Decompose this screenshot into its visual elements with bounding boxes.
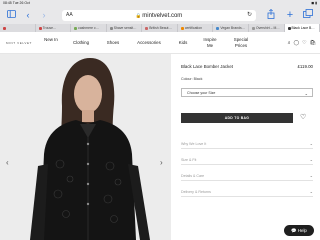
url-text: mintvelvet.com [142, 13, 183, 19]
address-bar[interactable]: AA 🔒mintvelvet.com ↻ [62, 10, 256, 21]
account-icon[interactable]: ◯ [294, 40, 300, 46]
accordion-size-fit[interactable]: Size & Fit ⌄ [181, 155, 313, 165]
browser-tab[interactable]: Trouse… [36, 24, 72, 32]
chevron-down-icon: ⌄ [309, 189, 313, 194]
accordion-why-we-love-it[interactable]: Why We Love It ⌄ [181, 139, 313, 149]
browser-tab[interactable]: Shave sensit… [107, 24, 143, 32]
browser-tab[interactable]: certification [178, 24, 214, 32]
chat-icon: 💬 [291, 228, 297, 233]
browser-toolbar: ‹ › AA 🔒mintvelvet.com ↻ + [0, 6, 320, 24]
nav-shoes[interactable]: Shoes [104, 40, 122, 46]
accordion-delivery-returns[interactable]: Delivery & Returns ⌄ [181, 187, 313, 197]
size-select-label: Choose your Size [187, 91, 216, 95]
product-price: £119.00 [297, 64, 313, 69]
reload-icon[interactable]: ↻ [247, 10, 252, 21]
site-logo[interactable]: MINT VELVET [6, 41, 32, 45]
lock-icon: 🔒 [135, 13, 142, 18]
favicon-icon [3, 26, 6, 30]
product-title: Black Lace Bomber Jacket [181, 64, 233, 69]
favicon-icon [38, 26, 42, 30]
size-select[interactable]: Choose your Size ⌄ [181, 88, 313, 97]
site-nav: MINT VELVET New In Clothing Shoes Access… [0, 32, 320, 54]
back-icon[interactable]: ‹ [24, 9, 32, 21]
chevron-down-icon: ⌄ [309, 173, 313, 178]
nav-kids[interactable]: Kids [176, 40, 190, 46]
browser-tabs: Trouse… cashmere c… Shave sensit… Britis… [0, 24, 320, 32]
forward-icon[interactable]: › [40, 9, 48, 21]
tab-overview-icon[interactable] [302, 9, 314, 21]
reader-options-button[interactable]: AA [66, 10, 73, 21]
browser-tab[interactable]: British Beaut… [142, 24, 178, 32]
favicon-icon [145, 26, 149, 30]
chevron-down-icon: ⌄ [309, 141, 313, 146]
product-image[interactable]: ‹ › [0, 54, 171, 240]
share-icon[interactable] [266, 8, 276, 21]
favicon-icon [216, 26, 220, 30]
accordion-details-care[interactable]: Details & Care ⌄ [181, 171, 313, 181]
browser-tab[interactable] [0, 24, 36, 32]
nav-inspire-me[interactable]: Inspire Me [202, 37, 218, 48]
nav-new-in[interactable]: New In [44, 37, 58, 43]
nav-accessories[interactable]: Accessories [134, 40, 164, 46]
wishlist-icon[interactable]: ♡ [302, 40, 306, 46]
chevron-down-icon: ⌄ [304, 91, 308, 96]
sidebar-icon[interactable] [6, 9, 16, 21]
favicon-icon [74, 26, 78, 30]
favicon-icon [180, 26, 184, 30]
search-icon[interactable]: ⌕ [288, 40, 291, 46]
nav-clothing[interactable]: Clothing [70, 40, 92, 46]
favicon-icon [287, 26, 291, 30]
wishlist-heart-icon[interactable]: ♡ [300, 113, 306, 123]
browser-tab[interactable]: Overshirt – M… [249, 24, 285, 32]
browser-tab-active[interactable]: Black Lace B… [284, 24, 320, 32]
chevron-down-icon: ⌄ [309, 157, 313, 162]
new-tab-icon[interactable]: + [285, 9, 295, 21]
browser-tab[interactable]: Vegan Brands… [213, 24, 249, 32]
bag-icon[interactable]: 🛍 [310, 40, 316, 46]
next-image-arrow[interactable]: › [160, 158, 163, 167]
product-colour: Colour: Black [181, 77, 203, 81]
nav-special-prices[interactable]: Special Prices [232, 37, 250, 48]
favicon-icon [109, 26, 113, 30]
add-to-bag-button[interactable]: ADD TO BAG [181, 113, 293, 123]
browser-tab[interactable]: cashmere c… [71, 24, 107, 32]
favicon-icon [251, 26, 255, 30]
help-button[interactable]: 💬 Help [284, 225, 314, 236]
nav-icons: ⌕ ◯ ♡ 🛍 [285, 40, 316, 46]
prev-image-arrow[interactable]: ‹ [6, 158, 9, 167]
